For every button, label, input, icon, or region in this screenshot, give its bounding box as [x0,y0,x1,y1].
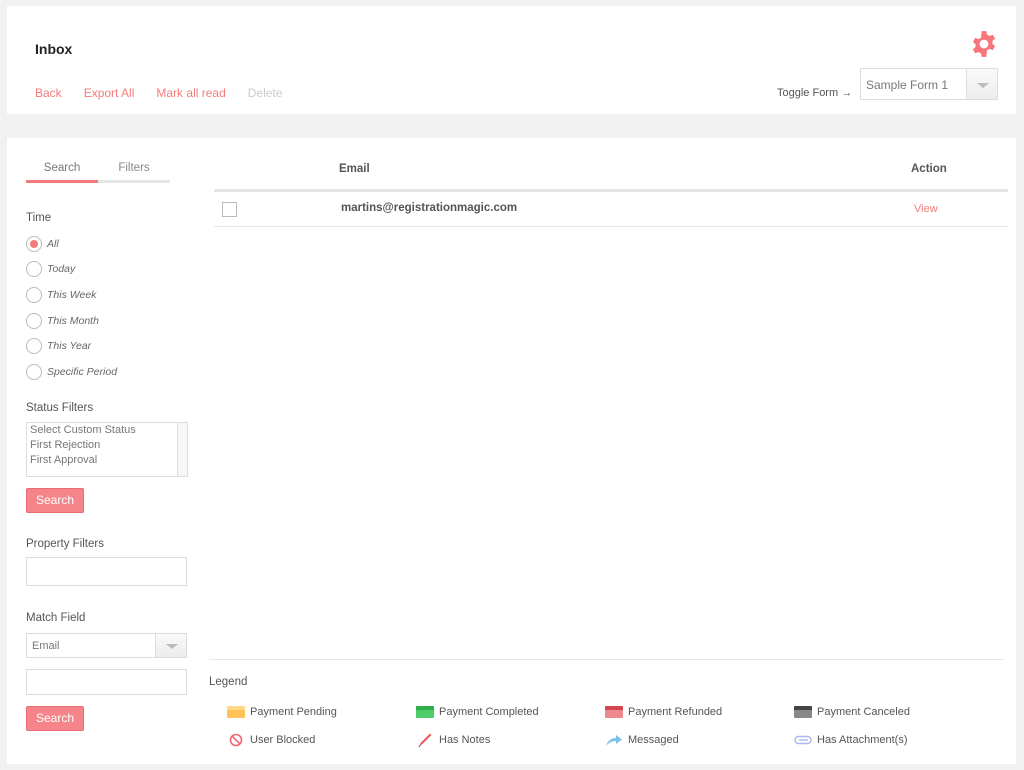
delete-link[interactable]: Delete [248,86,283,100]
table-row: martins@registrationmagic.com View [214,192,1008,227]
export-all-link[interactable]: Export All [84,86,135,100]
status-filters-label: Status Filters [26,402,94,414]
chevron-down-icon[interactable] [155,634,186,657]
radio-specific-period[interactable]: Specific Period [26,359,117,385]
radio-label: All [47,237,59,250]
radio-button[interactable] [26,312,42,329]
main-panel: Search Filters Time All Today This Week … [7,138,1016,764]
row-email: martins@registrationmagic.com [341,202,518,214]
blocked-icon [227,733,245,747]
gear-icon[interactable] [970,30,998,58]
back-link[interactable]: Back [35,86,62,100]
radio-button[interactable] [26,338,42,355]
radio-label: This Week [47,288,97,301]
legend-item: Has Attachment(s) [794,732,983,748]
legend-item: Payment Completed [416,704,605,720]
tab-search[interactable]: Search [26,162,98,183]
time-label: Time [26,212,52,224]
row-checkbox[interactable] [222,202,237,217]
radio-this-week[interactable]: This Week [26,282,117,308]
legend-item: Payment Refunded [605,704,794,720]
radio-label: This Month [47,314,99,327]
column-email[interactable]: Email [339,163,370,175]
header-actions: Back Export All Mark all read Delete [35,86,304,100]
legend-item: User Blocked [227,732,416,748]
payment-canceled-swatch-icon [794,705,812,719]
radio-button[interactable] [26,286,42,303]
payment-refunded-swatch-icon [605,705,623,719]
listbox-scrollbar[interactable] [177,423,187,476]
legend-item: Has Notes [416,732,605,748]
property-filters-label: Property Filters [26,538,104,550]
match-field-value: Email [32,640,60,652]
match-value-input[interactable] [26,669,187,695]
legend-label: Payment Canceled [817,706,910,718]
radio-button[interactable] [26,235,42,252]
payment-pending-swatch-icon [227,705,245,719]
header-panel: Inbox Back Export All Mark all read Dele… [7,6,1016,114]
toggle-form-label: Toggle Form → [777,87,853,99]
legend-label: Messaged [628,734,679,746]
match-field-label: Match Field [26,612,86,624]
match-search-button[interactable]: Search [26,706,84,731]
view-link[interactable]: View [914,203,938,215]
pencil-icon [416,733,434,748]
radio-this-month[interactable]: This Month [26,308,117,334]
legend-label: Has Notes [439,734,491,746]
legend-label: Payment Refunded [628,706,723,718]
legend-label: Payment Pending [250,706,337,718]
legend-title: Legend [209,676,248,688]
legend-label: Has Attachment(s) [817,734,908,746]
radio-button[interactable] [26,261,42,278]
sidebar-tabs: Search Filters [26,162,170,183]
page-title: Inbox [35,41,73,57]
radio-label: This Year [47,340,92,353]
column-action: Action [911,163,947,175]
status-option[interactable]: First Approval [27,453,187,468]
reply-arrow-icon [605,733,623,747]
status-option[interactable]: Select Custom Status [27,423,187,438]
submissions-table: Email Action martins@registrationmagic.c… [214,152,1008,227]
radio-this-year[interactable]: This Year [26,333,117,359]
form-select-value: Sample Form 1 [866,78,949,92]
mark-all-read-link[interactable]: Mark all read [156,86,225,100]
tab-filters[interactable]: Filters [98,162,170,180]
radio-label: Specific Period [47,365,118,378]
time-radio-group: All Today This Week This Month This Year… [26,231,117,385]
legend: Payment Pending Payment Completed Paymen… [227,704,987,748]
radio-today[interactable]: Today [26,257,117,283]
form-select[interactable]: Sample Form 1 [860,68,998,100]
paperclip-icon [794,733,812,747]
legend-item: Messaged [605,732,794,748]
property-filters-input[interactable] [26,557,187,586]
legend-divider [209,659,1003,660]
legend-label: Payment Completed [439,706,539,718]
table-header: Email Action [214,152,1008,192]
status-option[interactable]: First Rejection [27,438,187,453]
status-search-button[interactable]: Search [26,488,84,513]
legend-item: Payment Canceled [794,704,983,720]
radio-button[interactable] [26,363,42,380]
legend-label: User Blocked [250,734,316,746]
chevron-down-icon[interactable] [966,69,997,99]
legend-item: Payment Pending [227,704,416,720]
payment-completed-swatch-icon [416,705,434,719]
radio-label: Today [47,263,76,276]
radio-all[interactable]: All [26,231,117,257]
match-field-select[interactable]: Email [26,633,187,658]
status-filters-listbox[interactable]: Select Custom Status First Rejection Fir… [26,422,188,477]
